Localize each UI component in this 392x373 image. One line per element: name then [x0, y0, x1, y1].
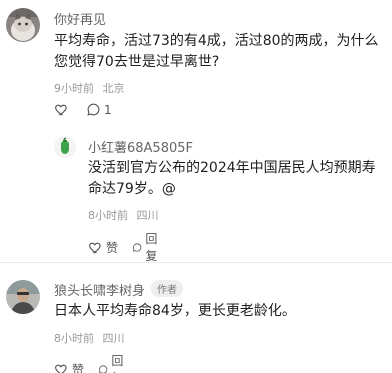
like-label: 赞	[72, 362, 85, 373]
reply-like-button[interactable]: 赞	[88, 239, 118, 256]
comment-meta: 8小时前 四川	[54, 330, 125, 346]
comment-author[interactable]: 狼头长啸李树身 作者	[54, 280, 184, 299]
reply-actions: 赞 回复	[88, 230, 176, 264]
reply-label: 回复	[111, 354, 124, 373]
reply-author[interactable]: 小红薯68A5805F	[88, 137, 193, 156]
reply-count: 1	[104, 102, 112, 117]
comment-meta: 9小时前 北京	[54, 80, 125, 96]
divider	[0, 262, 392, 263]
comment-bubble-icon	[87, 103, 100, 116]
comment-text: 平均寿命，活过73的有4成，活过80的两成，为什么您觉得70去世是过早离世?	[54, 33, 379, 70]
comment-text: 日本人平均寿命84岁，更长更老龄化。	[54, 303, 296, 319]
reply-button[interactable]: 回复	[98, 352, 128, 373]
avatar-cat[interactable]	[6, 8, 40, 42]
avatar-user[interactable]	[6, 280, 40, 314]
comment-author[interactable]: 你好再见	[54, 9, 106, 28]
comment-bubble-icon	[132, 242, 142, 252]
reply-location: 四川	[136, 209, 159, 222]
comment-time: 9小时前	[54, 82, 94, 95]
like-button[interactable]	[54, 102, 72, 117]
comment-location: 四川	[102, 332, 125, 345]
like-label: 赞	[106, 240, 119, 255]
comment-author-name: 狼头长啸李树身	[54, 284, 146, 299]
like-button[interactable]: 赞	[54, 361, 84, 373]
comment-location: 北京	[102, 82, 125, 95]
reply-button[interactable]: 1	[86, 102, 112, 117]
reply-reply-button[interactable]: 回复	[132, 230, 162, 264]
reply-meta: 8小时前 四川	[88, 207, 159, 223]
heart-icon	[55, 364, 67, 373]
heart-icon	[89, 242, 101, 253]
comment-actions: 1	[54, 102, 126, 117]
author-badge: 作者	[151, 280, 184, 297]
heart-icon	[55, 104, 67, 116]
comment-actions: 赞 回复	[54, 352, 142, 373]
avatar-pepper[interactable]	[54, 136, 76, 158]
comment-bubble-icon	[99, 364, 108, 373]
reply-label: 回复	[145, 232, 158, 263]
comment-time: 8小时前	[54, 332, 94, 345]
reply-text: 没活到官方公布的2024年中国居民人均预期寿命达79岁。@	[88, 160, 376, 197]
reply-time: 8小时前	[88, 209, 128, 222]
